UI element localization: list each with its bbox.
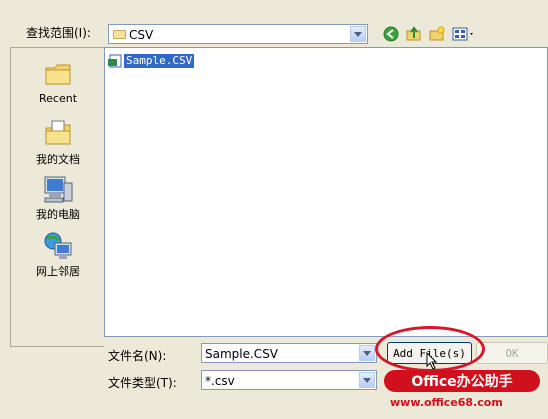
- back-arrow-icon: [383, 26, 399, 42]
- place-label: 我的电脑: [36, 208, 80, 221]
- filename-value: Sample.CSV: [205, 347, 279, 361]
- filename-label: 文件名(N):: [108, 349, 167, 363]
- place-recent[interactable]: Recent: [11, 60, 105, 105]
- filename-input[interactable]: Sample.CSV: [201, 343, 377, 363]
- chevron-down-icon[interactable]: [359, 372, 375, 388]
- back-button[interactable]: [381, 24, 401, 44]
- place-my-documents[interactable]: 我的文档: [11, 118, 105, 166]
- place-label: 我的文档: [36, 153, 80, 166]
- chevron-down-icon[interactable]: [350, 26, 366, 42]
- csv-file-icon: [108, 54, 122, 67]
- look-in-value: CSV: [129, 28, 154, 42]
- new-folder-icon: [429, 26, 445, 41]
- my-documents-icon: [45, 120, 71, 145]
- filetype-label: 文件类型(T):: [108, 376, 177, 390]
- file-item-sample-csv[interactable]: Sample.CSV: [108, 52, 196, 69]
- place-label: 网上邻居: [36, 265, 80, 278]
- filetype-value: *.csv: [205, 374, 235, 388]
- up-folder-icon: [406, 26, 421, 41]
- chevron-down-icon[interactable]: [359, 345, 375, 361]
- network-places-icon: [44, 232, 72, 259]
- file-name: Sample.CSV: [122, 52, 196, 69]
- view-menu-icon: [452, 27, 473, 41]
- look-in-dropdown[interactable]: CSV: [108, 24, 368, 44]
- view-menu-button[interactable]: [451, 24, 477, 44]
- my-computer-icon: [44, 176, 73, 203]
- new-folder-button[interactable]: [427, 24, 447, 44]
- recent-folder-icon: [45, 64, 71, 85]
- ok-button[interactable]: OK: [476, 342, 548, 364]
- watermark-url: www.office68.com: [390, 396, 503, 409]
- place-label: Recent: [38, 92, 78, 105]
- places-bar: Recent 我的文档 我的电脑 网上邻居: [10, 47, 104, 347]
- mouse-cursor-icon: [426, 352, 438, 370]
- watermark-brand: Office办公助手: [384, 370, 540, 392]
- filetype-dropdown[interactable]: *.csv: [201, 370, 377, 390]
- file-list[interactable]: Sample.CSV: [104, 47, 548, 337]
- place-my-computer[interactable]: 我的电脑: [11, 175, 105, 221]
- place-network[interactable]: 网上邻居: [11, 231, 105, 278]
- up-folder-button[interactable]: [404, 24, 424, 44]
- folder-icon: [113, 30, 126, 39]
- look-in-label: 查找范围(I):: [26, 26, 91, 40]
